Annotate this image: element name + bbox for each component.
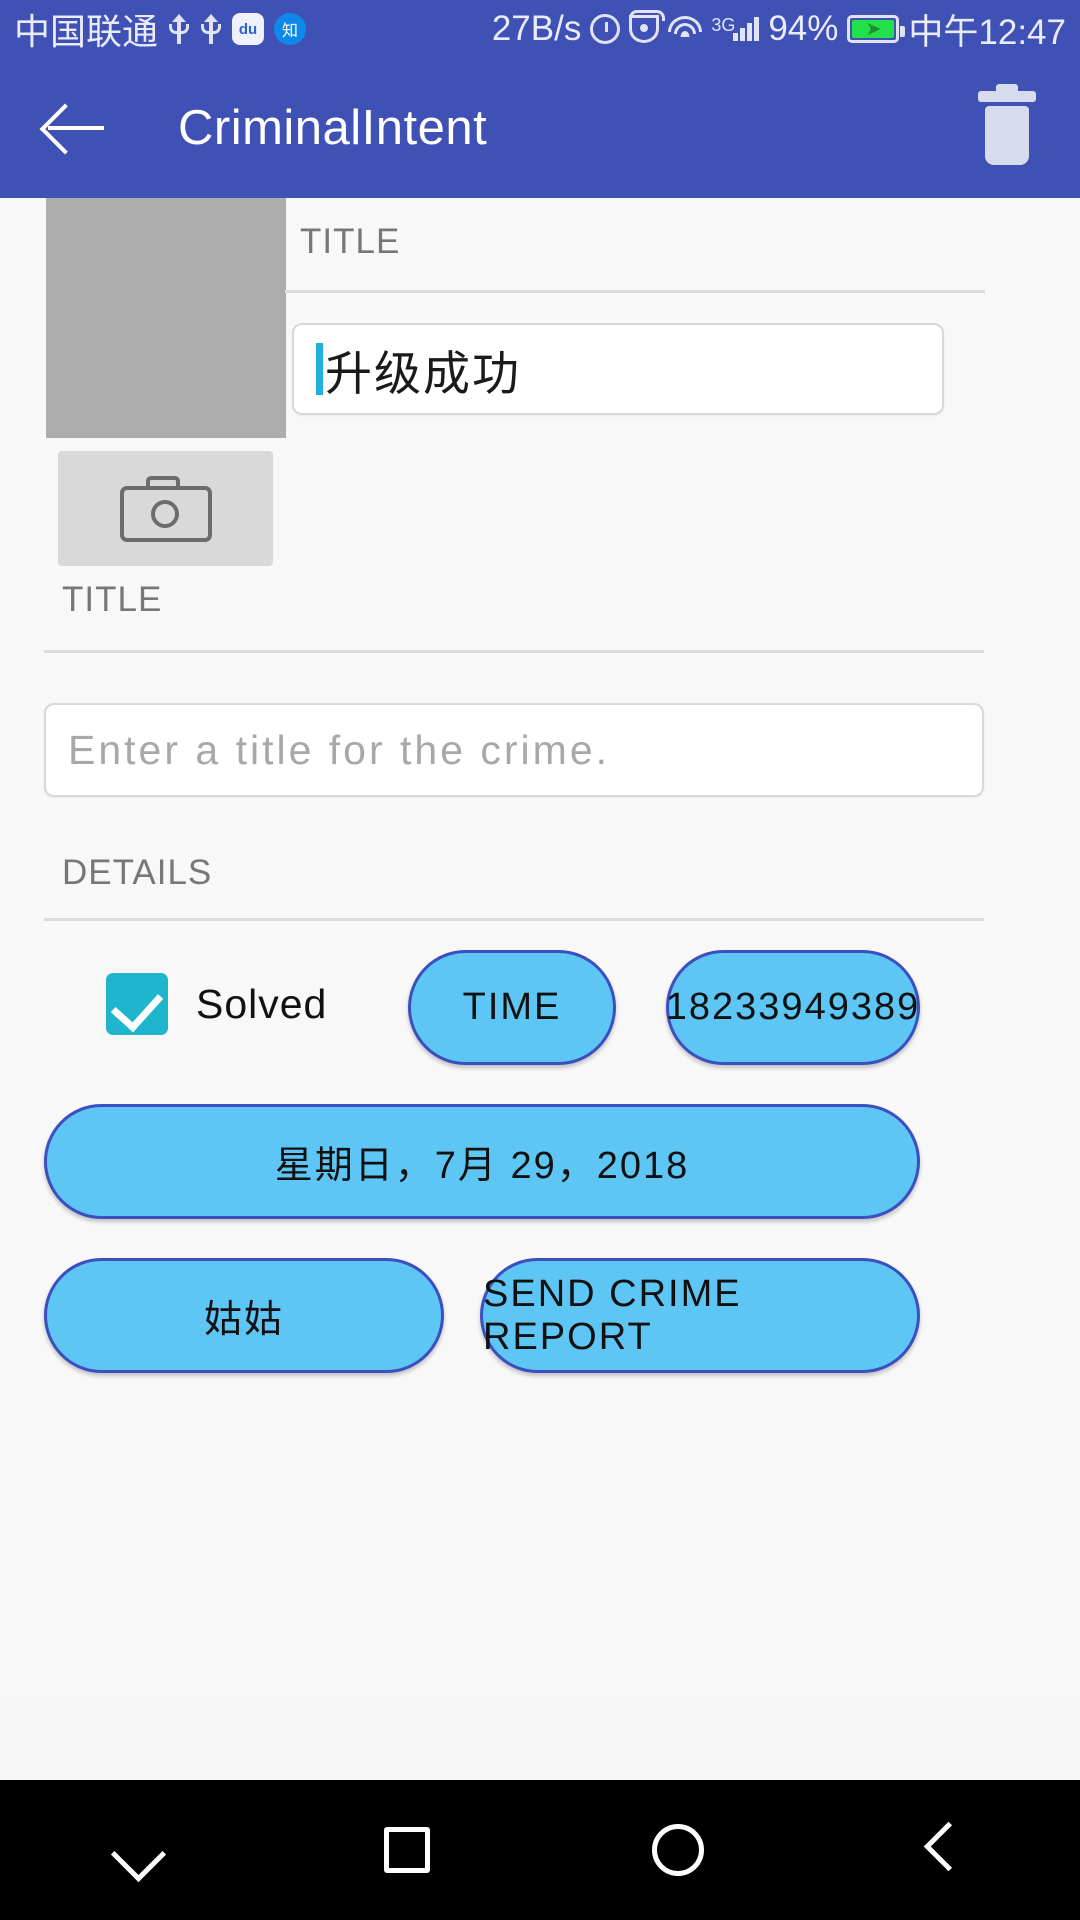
time-button-label: TIME — [462, 986, 562, 1028]
date-button-label: 星期日，7月 29，2018 — [274, 1145, 690, 1187]
solved-checkbox-row[interactable]: Solved — [106, 973, 327, 1035]
send-report-button[interactable]: SEND CRIME REPORT — [480, 1258, 920, 1373]
battery-charging-icon: ➤ — [847, 15, 906, 43]
title-divider-second — [44, 650, 984, 653]
time-button[interactable]: TIME — [408, 950, 616, 1065]
phone-button-label: 18233949389 — [665, 986, 921, 1028]
clock-label: 中午12:47 — [908, 12, 1066, 52]
android-nav-bar — [0, 1780, 1080, 1920]
date-button[interactable]: 星期日，7月 29，2018 — [44, 1104, 920, 1219]
camera-button[interactable] — [58, 451, 273, 566]
network-speed-label: 27B/s — [491, 9, 582, 48]
title-label-second: TITLE — [62, 580, 163, 619]
carrier-label: 中国联通 — [14, 11, 159, 52]
title-input-second[interactable]: Enter a title for the crime. — [44, 703, 984, 797]
app-bar: CriminalIntent — [0, 58, 1080, 198]
zhihu-icon: 知 — [274, 13, 307, 45]
status-bar: 中国联通 du 知 27B/s 3G 94% ➤ 中午12:47 — [0, 0, 1080, 58]
camera-icon — [119, 475, 212, 542]
suspect-button-label: 姑姑 — [203, 1299, 284, 1341]
eye-care-icon — [629, 10, 666, 43]
text-cursor — [316, 343, 323, 395]
crime-form: TITLE 升级成功 TITLE Enter a title for the c… — [0, 198, 1080, 1698]
usb-icon — [168, 12, 190, 46]
page-title: CriminalIntent — [178, 101, 488, 155]
wifi-icon — [668, 16, 703, 42]
baidu-icon: du — [232, 13, 265, 45]
recents-square-icon[interactable] — [384, 1827, 431, 1873]
usb-icon — [200, 12, 222, 46]
back-arrow-icon[interactable] — [44, 102, 108, 154]
solved-checkbox[interactable] — [106, 973, 168, 1035]
home-circle-icon[interactable] — [651, 1824, 704, 1876]
battery-percent-label: 94% — [768, 9, 839, 48]
signal-icon: 3G — [711, 15, 760, 41]
details-divider — [44, 918, 984, 921]
alarm-icon — [590, 14, 621, 44]
title-input-top-value: 升级成功 — [325, 346, 521, 400]
photo-and-title-row: TITLE 升级成功 — [0, 198, 1080, 566]
chevron-down-icon[interactable] — [111, 1835, 163, 1865]
status-bar-left: 中国联通 du 知 — [14, 3, 307, 55]
status-bar-right: 27B/s 3G 94% ➤ 中午12:47 — [492, 4, 1066, 55]
signal-type-label: 3G — [711, 15, 736, 35]
title-divider-top — [285, 290, 985, 293]
title-label-top: TITLE — [300, 222, 401, 261]
suspect-button[interactable]: 姑姑 — [44, 1258, 444, 1373]
details-label: DETAILS — [62, 853, 213, 892]
title-input-top[interactable]: 升级成功 — [292, 323, 944, 415]
title-input-second-placeholder: Enter a title for the crime. — [68, 726, 611, 773]
crime-photo-placeholder[interactable] — [46, 198, 286, 438]
trash-icon[interactable] — [978, 84, 1036, 165]
send-report-button-label: SEND CRIME REPORT — [483, 1272, 742, 1358]
solved-label: Solved — [196, 980, 328, 1027]
back-triangle-icon[interactable] — [925, 1823, 969, 1877]
phone-button[interactable]: 18233949389 — [666, 950, 920, 1065]
